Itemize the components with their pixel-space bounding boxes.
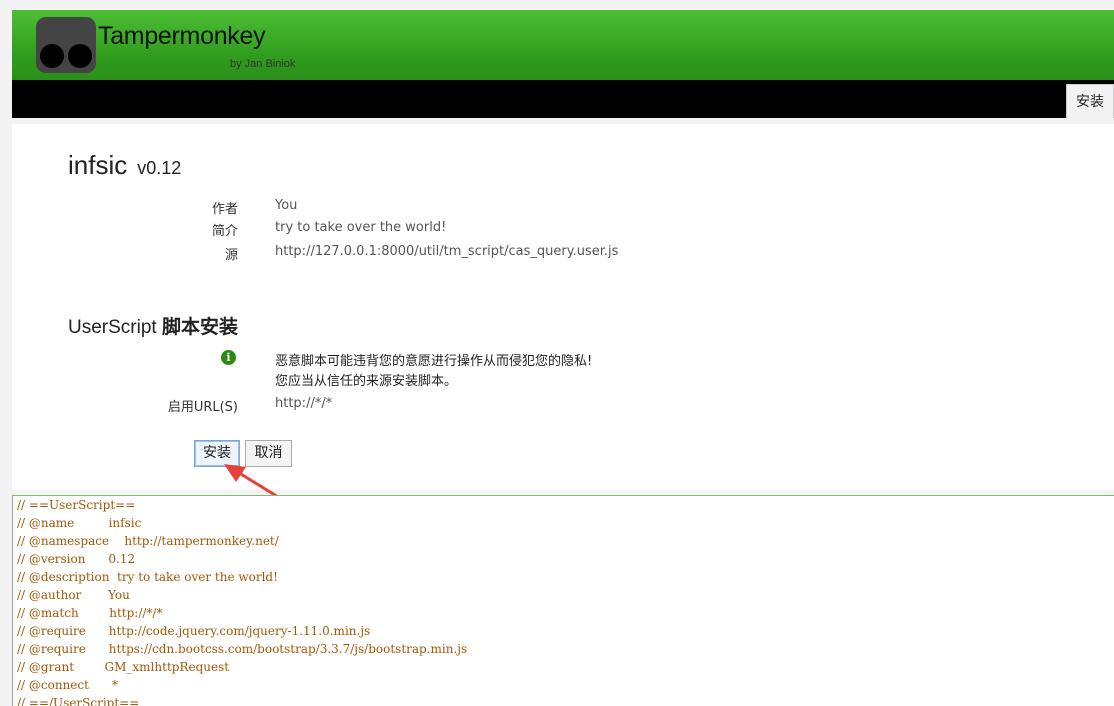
section-title-prefix: UserScript: [68, 317, 157, 338]
tab-bar: 安装: [12, 80, 1114, 118]
code-editor[interactable]: // ==UserScript== // @name infsic // @na…: [12, 495, 1114, 706]
code-line: // @grant GM_xmlhttpRequest: [17, 660, 230, 674]
code-line: // @require https://cdn.bootcss.com/boot…: [17, 642, 468, 656]
meta-value: http://127.0.0.1:8000/util/tm_script/cas…: [275, 244, 619, 259]
code-line: // @require http://code.jquery.com/jquer…: [17, 624, 371, 638]
url-value: http://*/*: [275, 396, 333, 411]
script-version: v0.12: [137, 158, 182, 178]
script-name: infsic: [68, 150, 128, 180]
code-line: // @namespace http://tampermonkey.net/: [17, 534, 279, 548]
url-label: 启用URL(S): [167, 400, 238, 415]
meta-label: 作者: [211, 202, 238, 217]
code-line: // @name infsic: [17, 516, 142, 530]
brand-byline: by Jan Biniok: [230, 58, 296, 70]
meta-row-source: 源 http://127.0.0.1:8000/util/tm_script/c…: [12, 244, 1012, 263]
meta-row-description: 简介 try to take over the world!: [12, 220, 1012, 239]
script-title: infsic v0.12: [68, 150, 181, 181]
info-icon: i: [221, 350, 236, 365]
warning-line-1: 恶意脚本可能违背您的意愿进行操作从而侵犯您的隐私!: [275, 354, 593, 369]
meta-value: try to take over the world!: [275, 220, 447, 235]
meta-value: You: [275, 198, 298, 213]
meta-row-author: 作者 You: [12, 198, 1012, 217]
code-line: // ==/UserScript==: [17, 696, 140, 706]
warning-line-2: 您应当从信任的来源安装脚本。: [275, 374, 458, 389]
tab-install[interactable]: 安装: [1066, 84, 1114, 118]
code-line: // @version 0.12: [17, 552, 136, 566]
section-title-bold: 脚本安装: [161, 317, 238, 338]
install-panel: infsic v0.12 作者 You 简介 try to take over t…: [12, 124, 1114, 490]
code-line: // @author You: [17, 588, 130, 602]
logo-eye-left: [40, 44, 64, 68]
code-line: // @connect *: [17, 678, 118, 692]
app-header: Tampermonkey by Jan Biniok: [12, 10, 1114, 80]
section-title: UserScript 脚本安装: [68, 312, 238, 339]
meta-label: 源: [224, 248, 238, 263]
code-line: // @match http://*/*: [17, 606, 163, 620]
match-url-row: 启用URL(S) http://*/*: [12, 396, 1012, 415]
brand-name: Tampermonkey: [98, 22, 266, 50]
code-line: // ==UserScript==: [17, 498, 136, 512]
meta-label: 简介: [211, 224, 238, 239]
code-line: // @description try to take over the wor…: [17, 570, 278, 584]
logo-eye-right: [68, 44, 92, 68]
tampermonkey-logo: [36, 17, 96, 73]
